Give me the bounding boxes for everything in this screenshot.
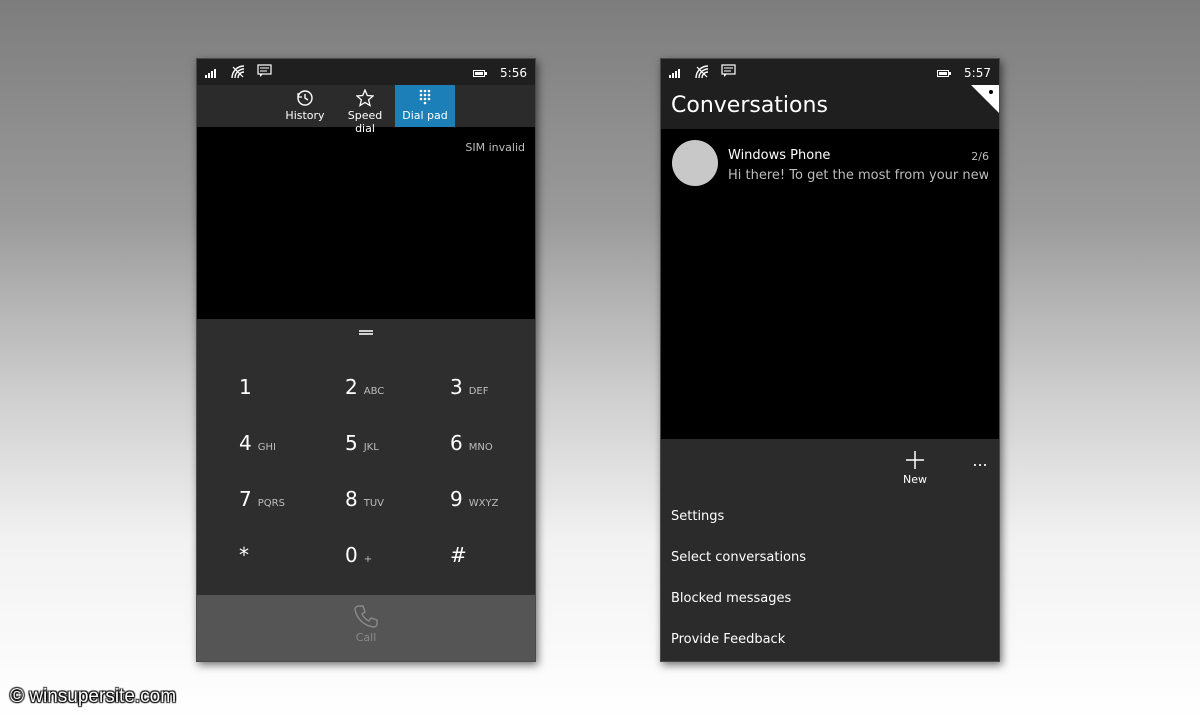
key-digit: 4: [239, 431, 252, 455]
tab-label: Dial pad: [402, 109, 448, 122]
new-conversation-button[interactable]: New: [897, 449, 933, 486]
tab-history[interactable]: History: [283, 85, 327, 127]
clock: 5:57: [964, 66, 991, 80]
status-bar: 5:56: [197, 59, 535, 85]
menu-item-select-conversations[interactable]: Select conversations: [671, 550, 806, 565]
key-letters: +: [363, 554, 373, 565]
keypad-collapse-handle[interactable]: [359, 330, 373, 335]
plus-icon: [906, 451, 924, 469]
key-digit: #: [450, 543, 467, 567]
conversation-list: Windows Phone 2/6 Hi there! To get the m…: [661, 129, 999, 439]
key-digit: 3: [450, 375, 463, 399]
phone-messaging-screen: 5:57 Conversations Windows Phone 2/6 Hi …: [660, 58, 1000, 662]
key-digit: 9: [450, 487, 463, 511]
watermark: © winsupersite.com: [10, 686, 177, 707]
sim-status: SIM invalid: [465, 141, 525, 154]
key-6[interactable]: 6 MNO: [450, 431, 535, 471]
key-5[interactable]: 5 JKL: [345, 431, 445, 471]
wifi-icon: [231, 65, 245, 79]
message-notification-icon: [257, 64, 272, 77]
page-title: Conversations: [671, 93, 828, 118]
key-2[interactable]: 2 ABC: [345, 375, 445, 415]
key-letters: MNO: [468, 442, 493, 453]
status-bar: 5:57: [661, 59, 999, 85]
call-label: Call: [355, 631, 377, 644]
more-options-button[interactable]: ...: [969, 453, 991, 469]
conversation-name: Windows Phone: [728, 148, 831, 163]
key-0[interactable]: 0 +: [345, 543, 445, 583]
history-icon: [297, 90, 313, 106]
dialer-tabs: History Speed dial Dial pad: [197, 85, 535, 135]
call-button[interactable]: Call: [341, 603, 391, 644]
key-star[interactable]: *: [239, 543, 339, 583]
call-bar: Call: [197, 595, 535, 661]
key-1[interactable]: 1: [239, 375, 339, 415]
key-hash[interactable]: #: [450, 543, 535, 583]
wifi-icon: [695, 65, 709, 79]
signal-icon: [205, 69, 216, 78]
page-header: Conversations: [661, 85, 999, 129]
key-9[interactable]: 9 WXYZ: [450, 487, 535, 527]
phone-dialer-screen: 5:56 History Speed dial Dial pad SIM inv…: [196, 58, 536, 662]
tab-label: History: [285, 109, 325, 122]
key-letters: GHI: [257, 442, 276, 453]
key-letters: DEF: [468, 386, 489, 397]
tab-label: Speed dial: [347, 109, 383, 135]
dialpad-icon: [419, 89, 431, 105]
dial-keypad: 1 2 ABC 3 DEF 4 GHI 5 JKL 6 MNO 7 PQRS 8 TUV 9W…: [197, 319, 535, 595]
menu-item-blocked-messages[interactable]: Blocked messages: [671, 591, 791, 606]
battery-icon: [937, 70, 951, 77]
key-4[interactable]: 4 GHI: [239, 431, 339, 471]
key-letters: PQRS: [257, 498, 285, 509]
conversation-date: 2/6: [971, 150, 989, 163]
key-letters: TUV: [363, 498, 385, 509]
key-letters: ABC: [363, 386, 385, 397]
key-7[interactable]: 7 PQRS: [239, 487, 339, 527]
key-digit: 1: [239, 375, 252, 399]
conversation-preview: Hi there! To get the most from your new …: [728, 168, 988, 183]
key-letters: JKL: [363, 442, 379, 453]
battery-icon: [473, 70, 487, 77]
key-3[interactable]: 3 DEF: [450, 375, 535, 415]
tab-dial-pad[interactable]: Dial pad: [395, 85, 455, 127]
key-digit: 0: [345, 543, 358, 567]
key-digit: 6: [450, 431, 463, 455]
conversation-item[interactable]: Windows Phone 2/6 Hi there! To get the m…: [661, 137, 999, 193]
signal-icon: [669, 69, 680, 78]
feedback-corner-icon[interactable]: [971, 85, 999, 113]
avatar: [672, 140, 718, 186]
key-digit: 5: [345, 431, 358, 455]
star-icon: [356, 89, 374, 107]
clock: 5:56: [500, 66, 527, 80]
app-bar: New ... Settings Select conversations Bl…: [661, 439, 999, 661]
menu-item-settings[interactable]: Settings: [671, 509, 724, 524]
message-notification-icon: [721, 64, 736, 77]
phone-icon: [354, 605, 378, 628]
key-digit: 2: [345, 375, 358, 399]
menu-item-provide-feedback[interactable]: Provide Feedback: [671, 632, 785, 647]
tab-speed-dial[interactable]: Speed dial: [337, 85, 393, 135]
new-label: New: [903, 473, 927, 486]
key-digit: *: [239, 543, 249, 567]
key-digit: 8: [345, 487, 358, 511]
key-letters: WXYZ: [468, 498, 499, 509]
key-digit: 7: [239, 487, 252, 511]
key-8[interactable]: 8 TUV: [345, 487, 445, 527]
